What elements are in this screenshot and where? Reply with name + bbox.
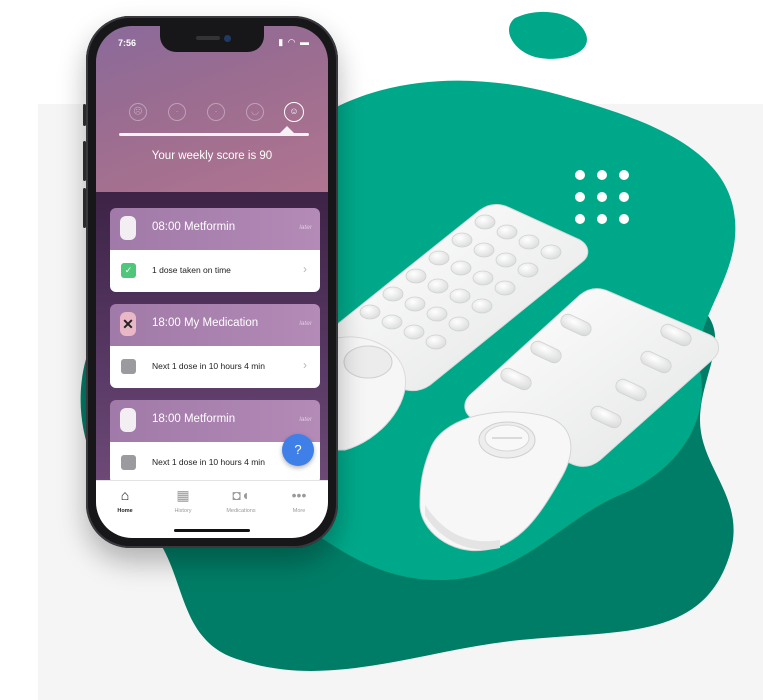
tab-home[interactable]: ⌂ Home [96, 487, 154, 514]
neutral-face-icon[interactable]: · [207, 103, 225, 121]
status-icons: ▮ ◠ ▬ [278, 37, 310, 47]
card-detail-row[interactable]: Next 1 dose in 10 hours 4 min › [110, 346, 320, 388]
happy-face-icon[interactable]: ☺ [284, 102, 304, 122]
medication-card[interactable]: 08:00 Metformin later ✓ 1 dose taken on … [110, 208, 320, 292]
card-detail-row[interactable]: ✓ 1 dose taken on time › [110, 250, 320, 292]
card-header: ✕ 18:00 My Medication later [110, 304, 320, 346]
pills-icon: ◘◖ [232, 487, 250, 503]
sad-face-icon[interactable]: ☹ [129, 103, 147, 121]
volume-up-button [83, 141, 86, 181]
smile-face-icon[interactable]: ◡ [246, 103, 264, 121]
tab-label: History [174, 508, 192, 514]
check-icon: ✓ [121, 263, 136, 278]
dose-icon [121, 359, 136, 374]
medication-card[interactable]: ✕ 18:00 My Medication later Next 1 dose … [110, 304, 320, 388]
tab-medications[interactable]: ◘◖ Medications [212, 487, 270, 514]
home-indicator [174, 529, 250, 532]
tab-bar: ⌂ Home ▦ History ◘◖ Medications ••• More [96, 480, 328, 538]
more-icon: ••• [291, 487, 307, 503]
dot-grid [575, 170, 629, 224]
card-tag: later [299, 320, 312, 327]
tab-more[interactable]: ••• More [270, 487, 328, 514]
card-detail: 1 dose taken on time [152, 265, 231, 275]
chevron-right-icon: › [303, 262, 307, 276]
tab-label: Medications [226, 508, 256, 514]
notch [160, 26, 264, 52]
card-detail: Next 1 dose in 10 hours 4 min [152, 457, 265, 467]
home-icon: ⌂ [120, 487, 130, 503]
volume-down-button [83, 188, 86, 228]
card-title: 08:00 Metformin [152, 221, 236, 233]
pill-icon [120, 408, 136, 432]
card-title: 18:00 Metformin [152, 413, 236, 425]
tab-label: More [292, 508, 306, 514]
card-header: 08:00 Metformin later [110, 208, 320, 250]
mute-switch [83, 104, 86, 126]
dose-icon [121, 455, 136, 470]
small-teal-blob [509, 11, 587, 59]
card-detail: Next 1 dose in 10 hours 4 min [152, 361, 265, 371]
help-button[interactable]: ? [282, 434, 314, 466]
card-tag: later [299, 416, 312, 423]
score-slider [119, 133, 309, 136]
status-time: 7:56 [118, 38, 137, 48]
frown-face-icon[interactable]: · [168, 103, 186, 121]
phone-screen: 7:56 ▮ ◠ ▬ ☹ · · ◡ ☺ Your weekly score i… [96, 26, 328, 538]
tab-label: Home [117, 508, 133, 514]
calendar-icon: ▦ [176, 487, 190, 503]
missed-dose-icon: ✕ [120, 312, 136, 336]
weekly-score: Your weekly score is 90 [151, 150, 273, 162]
card-title: 18:00 My Medication [152, 317, 259, 329]
phone-mockup: 7:56 ▮ ◠ ▬ ☹ · · ◡ ☺ Your weekly score i… [83, 16, 338, 548]
score-slider-knob [280, 126, 294, 133]
tab-history[interactable]: ▦ History [154, 487, 212, 514]
card-tag: later [299, 224, 312, 231]
pill-icon [120, 216, 136, 240]
chevron-right-icon: › [303, 358, 307, 372]
